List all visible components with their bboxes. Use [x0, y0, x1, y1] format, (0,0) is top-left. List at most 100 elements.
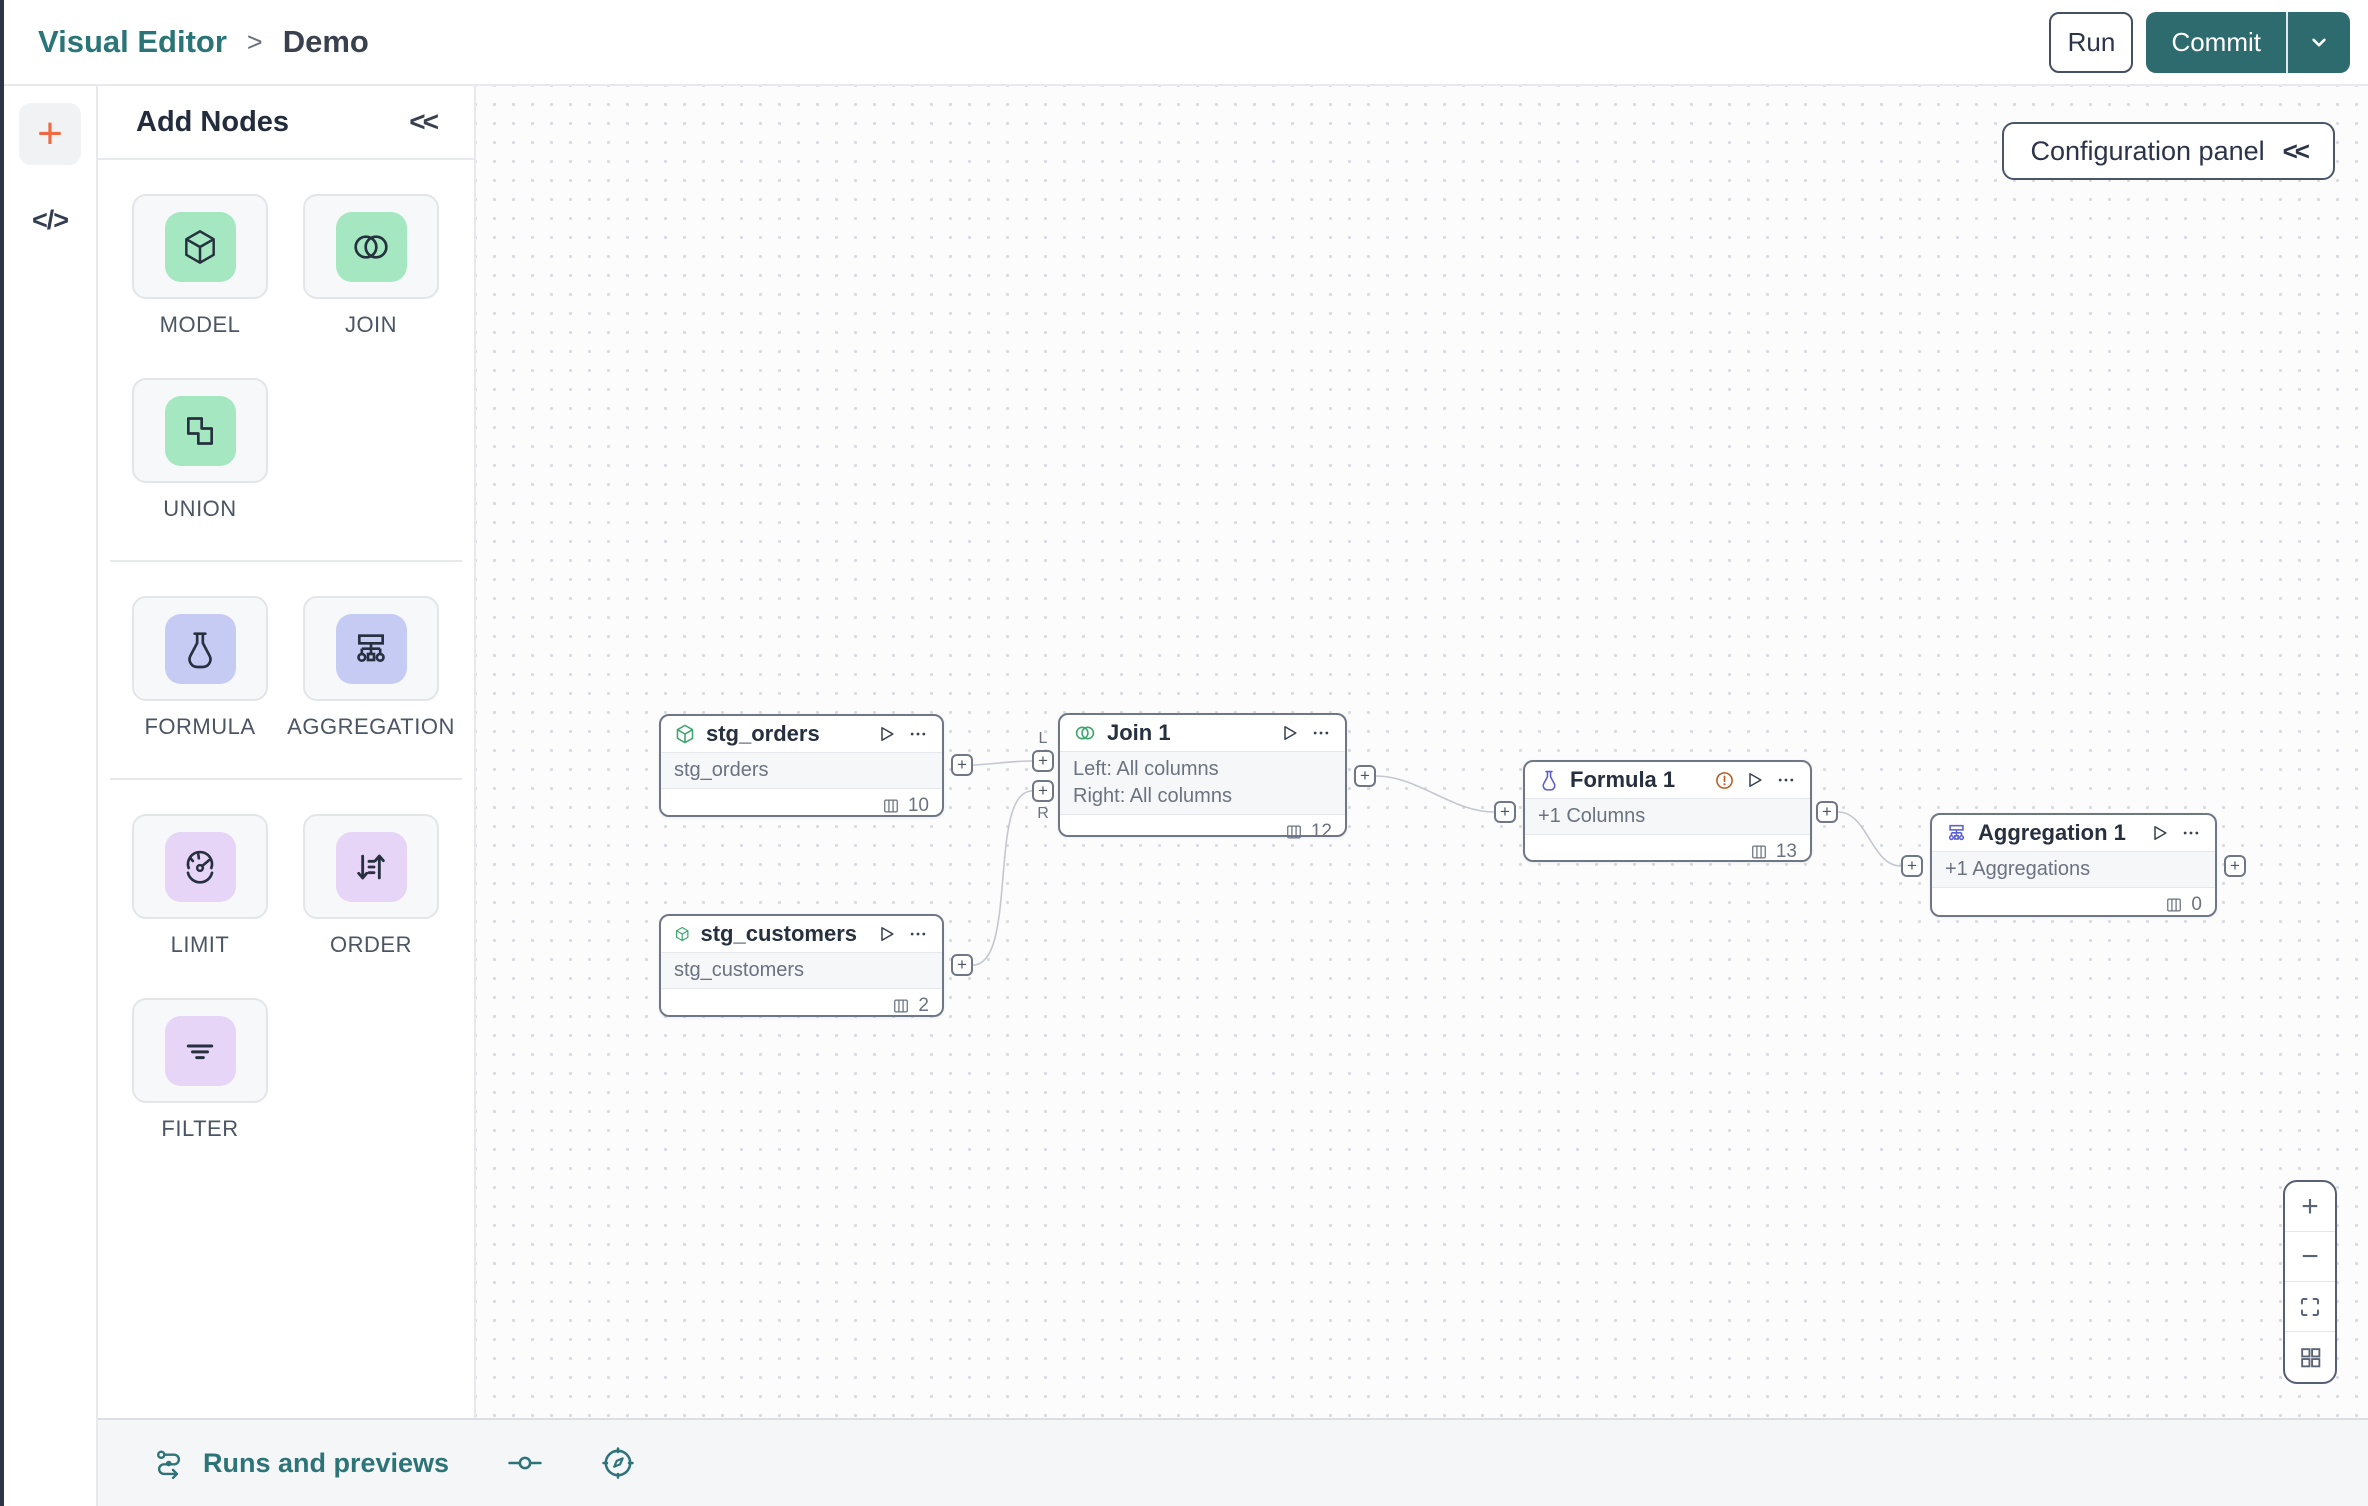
- bottom-bar: Runs and previews: [98, 1418, 2368, 1506]
- cube-icon: [185, 229, 215, 264]
- panel-collapse-button[interactable]: <<: [409, 106, 439, 138]
- node-body-line: stg_customers: [674, 959, 805, 981]
- tile-union[interactable]: UNION: [132, 378, 268, 522]
- node-menu-button[interactable]: [1310, 723, 1332, 743]
- runs-flow-icon: [156, 1450, 180, 1479]
- edge-formula-to-aggregation: [1837, 811, 1902, 867]
- add-nodes-header: Add Nodes <<: [98, 86, 474, 160]
- node-run-button[interactable]: [1745, 770, 1765, 790]
- filter-icon: [186, 1044, 214, 1059]
- column-count: 0: [2191, 893, 2202, 915]
- ellipsis-icon: [2183, 831, 2199, 835]
- tile-filter[interactable]: FILTER: [132, 998, 268, 1142]
- commit-split-button: Commit: [2146, 11, 2350, 73]
- window-edge: [0, 0, 4, 1506]
- port-aggregation-output[interactable]: +: [2224, 855, 2246, 877]
- add-nodes-title: Add Nodes: [136, 105, 290, 138]
- node-run-button[interactable]: [1280, 723, 1300, 743]
- tile-join[interactable]: JOIN: [303, 194, 439, 338]
- port-formula-output[interactable]: +: [1816, 801, 1838, 823]
- breadcrumb-visual-editor[interactable]: Visual Editor: [38, 24, 227, 60]
- runs-and-previews-label: Runs and previews: [203, 1447, 450, 1478]
- port-aggregation-input[interactable]: +: [1901, 855, 1923, 877]
- node-title: Join 1: [1107, 720, 1171, 745]
- node-warning-button[interactable]: [1714, 770, 1735, 791]
- commit-dropdown-button[interactable]: [2288, 11, 2350, 73]
- ellipsis-icon: [1313, 731, 1329, 735]
- fit-view-button[interactable]: [2285, 1282, 2335, 1332]
- play-icon: [2154, 826, 2167, 840]
- join-left-input-label: L: [1038, 730, 1048, 747]
- port-join-right-input[interactable]: +: [1032, 780, 1054, 802]
- node-formula-1[interactable]: Formula 1 +1 Columns 13: [1523, 760, 1812, 862]
- tile-order[interactable]: ORDER: [303, 814, 439, 958]
- grid-view-icon: [2300, 1347, 2320, 1367]
- tile-label: FILTER: [161, 1116, 239, 1141]
- node-title: stg_orders: [706, 721, 820, 746]
- node-menu-button[interactable]: [907, 724, 929, 744]
- port-stg-customers-output[interactable]: +: [951, 954, 973, 976]
- node-run-button[interactable]: [877, 724, 897, 744]
- pipeline-canvas[interactable]: Configuration panel << stg_orders stg_or…: [476, 86, 2368, 1418]
- play-icon: [1284, 726, 1297, 740]
- port-join-left-input[interactable]: +: [1032, 750, 1054, 772]
- play-icon: [881, 727, 894, 741]
- node-body-line: Right: All columns: [1073, 785, 1232, 807]
- node-run-button[interactable]: [877, 924, 897, 944]
- node-body-line: stg_orders: [674, 759, 769, 781]
- add-node-button[interactable]: +: [19, 103, 81, 165]
- limit-gauge-icon: [186, 850, 214, 884]
- tile-label: JOIN: [344, 312, 398, 337]
- tile-limit[interactable]: LIMIT: [132, 814, 268, 958]
- zoom-in-icon: +: [2301, 1189, 2319, 1223]
- warning-icon: [1716, 771, 1733, 789]
- configuration-panel-button[interactable]: Configuration panel <<: [2002, 122, 2335, 180]
- edge-join-to-formula: [1375, 775, 1495, 813]
- tile-label: FORMULA: [144, 714, 256, 739]
- node-aggregation-1[interactable]: Aggregation 1 +1 Aggregations 0: [1930, 813, 2217, 917]
- node-menu-button[interactable]: [907, 924, 929, 944]
- navigator-compass-button[interactable]: [601, 1446, 635, 1480]
- breadcrumb-current: Demo: [282, 24, 369, 59]
- columns-icon: [2167, 898, 2182, 911]
- grid-view-button[interactable]: [2285, 1332, 2335, 1382]
- node-run-button[interactable]: [2150, 823, 2170, 843]
- zoom-out-button[interactable]: −: [2285, 1232, 2335, 1282]
- tile-label: ORDER: [330, 932, 412, 957]
- port-stg-orders-output[interactable]: +: [951, 754, 973, 776]
- commit-history-button[interactable]: [507, 1450, 543, 1476]
- code-icon: </>: [31, 205, 69, 235]
- node-title: Aggregation 1: [1978, 820, 2126, 845]
- plus-icon: +: [37, 109, 63, 158]
- tile-model[interactable]: MODEL: [132, 194, 268, 338]
- columns-icon: [883, 799, 898, 812]
- run-button[interactable]: Run: [2049, 11, 2134, 73]
- git-commit-icon: [508, 1456, 542, 1470]
- node-stg-customers[interactable]: stg_customers stg_customers 2: [659, 914, 944, 1017]
- port-formula-input[interactable]: +: [1494, 801, 1516, 823]
- code-view-button[interactable]: </>: [31, 205, 69, 236]
- top-header: Visual Editor > Demo Run Commit: [4, 0, 2368, 86]
- node-join-1[interactable]: Join 1 Left: All columns Right: All colu…: [1058, 713, 1347, 842]
- commit-button[interactable]: Commit: [2146, 11, 2288, 73]
- fit-view-icon: [2301, 1297, 2319, 1316]
- ellipsis-icon: [1778, 778, 1794, 782]
- zoom-in-button[interactable]: +: [2285, 1182, 2335, 1232]
- tile-label: AGGREGATION: [287, 714, 455, 739]
- breadcrumb-separator-icon: >: [246, 26, 263, 57]
- node-menu-button[interactable]: [2180, 823, 2202, 843]
- canvas-zoom-controls: + −: [2283, 1180, 2337, 1384]
- column-count: 12: [1310, 820, 1332, 842]
- columns-icon: [894, 999, 909, 1012]
- port-join-output[interactable]: +: [1354, 765, 1376, 787]
- tile-aggregation[interactable]: AGGREGATION: [287, 596, 454, 740]
- order-sort-icon: [357, 854, 385, 879]
- node-body-line: Left: All columns: [1073, 758, 1219, 780]
- configuration-panel-label: Configuration panel: [2030, 135, 2265, 166]
- node-menu-button[interactable]: [1775, 770, 1797, 790]
- cube-icon: [676, 724, 694, 744]
- node-stg-orders[interactable]: stg_orders stg_orders 10: [659, 714, 944, 817]
- runs-and-previews-tab[interactable]: Runs and previews: [152, 1447, 449, 1479]
- add-nodes-panel: Add Nodes << MODEL JOIN UNION FORMULA AG…: [98, 86, 476, 1418]
- tile-formula[interactable]: FORMULA: [132, 596, 268, 740]
